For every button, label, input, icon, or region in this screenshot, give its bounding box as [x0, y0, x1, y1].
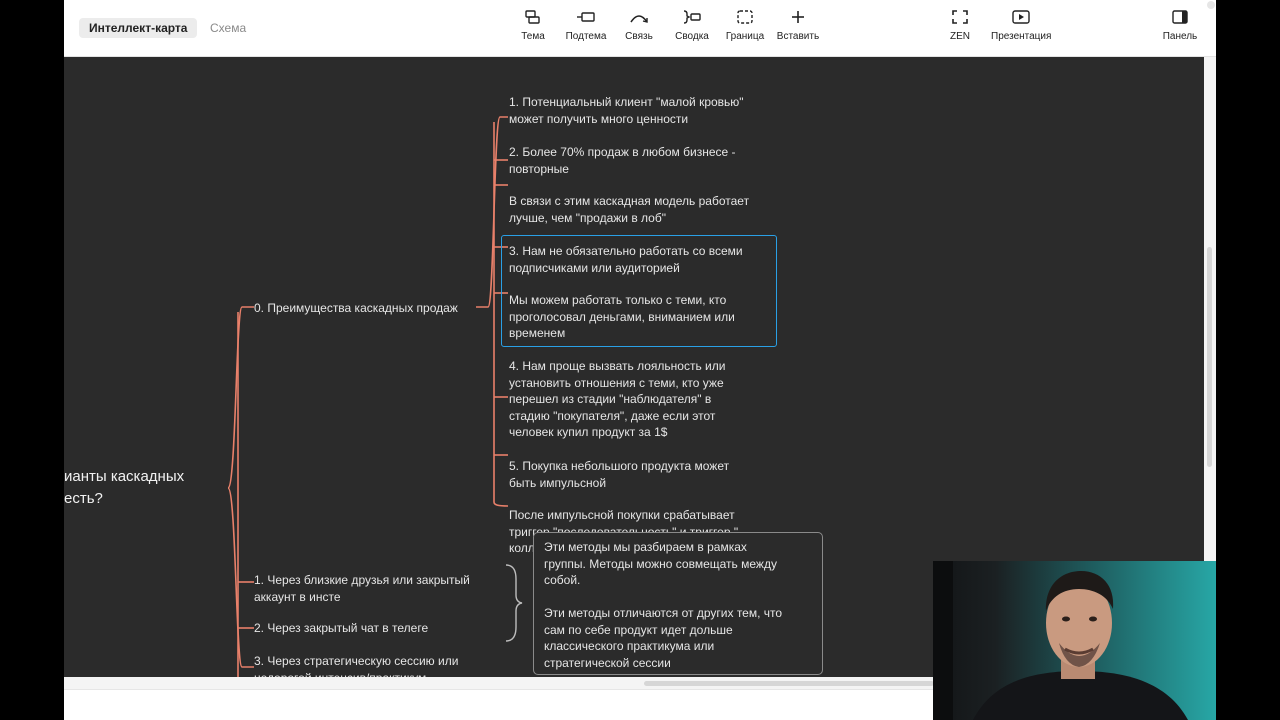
relation-button[interactable]: Связь [609, 10, 669, 42]
zen-label: ZEN [950, 31, 970, 42]
relation-icon [609, 10, 669, 30]
subtopic-benefit-2[interactable]: 2. Более 70% продаж в любом бизнесе - по… [509, 144, 736, 177]
plus-icon [768, 10, 828, 30]
subtopic-benefit-5[interactable]: 5. Покупка небольшого продукта может быт… [509, 458, 729, 491]
subtopic-button[interactable]: Подтема [556, 10, 616, 42]
connector-root-branch0 [227, 306, 254, 489]
theme-button[interactable]: Тема [503, 10, 563, 42]
summary-label: Сводка [675, 31, 709, 42]
theme-label: Тема [521, 31, 545, 42]
panel-button[interactable]: Панель [1150, 10, 1210, 42]
subtopic-label: Подтема [565, 31, 607, 42]
theme-icon [503, 10, 563, 30]
tab-mind-map[interactable]: Интеллект-карта [79, 18, 198, 38]
horizontal-scroll-thumb[interactable] [644, 681, 934, 686]
topic-method-3[interactable]: 3. Через стратегическую сессию или недор… [254, 653, 458, 677]
play-icon [991, 10, 1051, 30]
subtopic-benefit-4[interactable]: 4. Нам проще вызвать лояльность или уста… [509, 358, 725, 441]
window-corner-indicator [1206, 0, 1216, 14]
presenter-video [933, 561, 1188, 720]
subtopic-benefit-3-detail[interactable]: Мы можем работать только с теми, кто про… [509, 292, 735, 342]
connector-benefit-1 [493, 501, 509, 507]
boundary-button[interactable]: Граница [715, 10, 775, 42]
topic-branch-0[interactable]: 0. Преимущества каскадных продаж [254, 300, 458, 317]
zen-icon [930, 10, 990, 30]
summary-brace [505, 564, 523, 642]
relation-label: Связь [625, 31, 653, 42]
topic-method-2[interactable]: 2. Через закрытый чат в телеге [254, 620, 428, 637]
summary-button[interactable]: Сводка [662, 10, 722, 42]
panel-icon [1150, 10, 1210, 30]
insert-label: Вставить [776, 31, 820, 42]
tab-diagram[interactable]: Схема [200, 18, 256, 38]
top-toolbar: Интеллект-карта Схема Тема Подтема Связь… [64, 0, 1216, 57]
connector-root-methods [227, 487, 254, 668]
boundary-icon [715, 10, 775, 30]
panel-label: Панель [1162, 31, 1198, 42]
subtopic-benefit-1[interactable]: 1. Потенциальный клиент "малой кровью" м… [509, 94, 744, 127]
subtopic-benefit-3[interactable]: 3. Нам не обязательно работать со всеми … [509, 243, 743, 276]
insert-button[interactable]: Вставить [768, 10, 828, 42]
subtopic-icon [556, 10, 616, 30]
zen-button[interactable]: ZEN [930, 10, 990, 42]
central-topic[interactable]: ианты каскадных есть? [64, 466, 184, 510]
vertical-scroll-thumb[interactable] [1207, 247, 1212, 467]
boundary-label: Граница [725, 31, 765, 42]
presentation-button[interactable]: Презентация [991, 10, 1051, 42]
summary-note[interactable]: Эти методы мы разбираем в рамках группы.… [533, 532, 823, 675]
topic-method-1[interactable]: 1. Через близкие друзья или закрытый акк… [254, 572, 470, 605]
summary-icon [662, 10, 722, 30]
presentation-label: Презентация [991, 31, 1052, 42]
webcam-overlay [933, 561, 1216, 720]
subtopic-benefit-note[interactable]: В связи с этим каскадная модель работает… [509, 193, 749, 226]
